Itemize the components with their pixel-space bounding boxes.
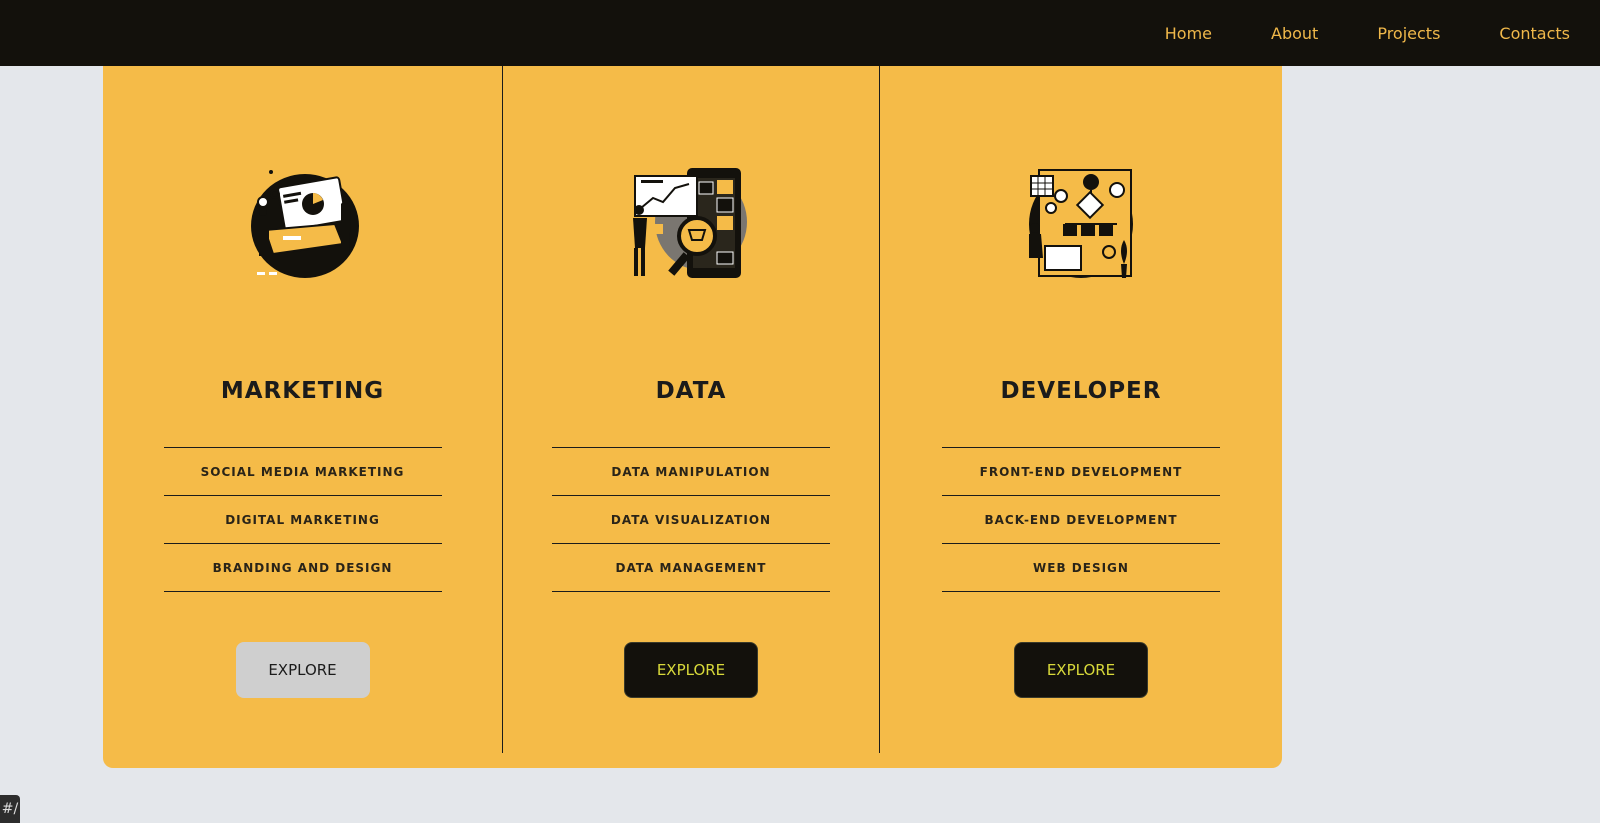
marketing-illustration xyxy=(243,164,363,284)
nav-links: Home About Projects Contacts xyxy=(1165,0,1570,66)
skill-item: DATA MANAGEMENT xyxy=(552,544,830,592)
column-title: DATA xyxy=(655,378,727,404)
marketing-column: MARKETING SOCIAL MEDIA MARKETING DIGITAL… xyxy=(103,40,503,753)
data-illustration xyxy=(631,164,751,284)
nav-contacts-link[interactable]: Contacts xyxy=(1499,24,1570,43)
data-explore-button[interactable]: EXPLORE xyxy=(624,642,758,698)
skill-item: DATA MANIPULATION xyxy=(552,448,830,496)
skill-item: DIGITAL MARKETING xyxy=(163,496,442,544)
skill-list: FRONT-END DEVELOPMENT BACK-END DEVELOPME… xyxy=(942,447,1220,592)
skill-item: WEB DESIGN xyxy=(942,544,1220,592)
developer-illustration xyxy=(1021,164,1141,284)
skill-list: DATA MANIPULATION DATA VISUALIZATION DAT… xyxy=(552,447,830,592)
data-column: DATA DATA MANIPULATION DATA VISUALIZATIO… xyxy=(503,40,880,753)
nav-home-link[interactable]: Home xyxy=(1165,24,1212,43)
nav-projects-link[interactable]: Projects xyxy=(1377,24,1440,43)
skill-list: SOCIAL MEDIA MARKETING DIGITAL MARKETING… xyxy=(163,447,442,592)
developer-explore-button[interactable]: EXPLORE xyxy=(1014,642,1148,698)
nav-about-link[interactable]: About xyxy=(1271,24,1318,43)
skill-item: BACK-END DEVELOPMENT xyxy=(942,496,1220,544)
column-title: DEVELOPER xyxy=(1000,378,1162,404)
skill-item: FRONT-END DEVELOPMENT xyxy=(942,448,1220,496)
url-status-tab: #/ xyxy=(0,795,20,823)
developer-column: DEVELOPER FRONT-END DEVELOPMENT BACK-END… xyxy=(880,40,1282,768)
column-title: MARKETING xyxy=(220,378,385,404)
skill-item: SOCIAL MEDIA MARKETING xyxy=(163,448,442,496)
skill-item: DATA VISUALIZATION xyxy=(552,496,830,544)
services-card: MARKETING SOCIAL MEDIA MARKETING DIGITAL… xyxy=(103,40,1282,768)
skill-item: BRANDING AND DESIGN xyxy=(163,544,442,592)
top-navbar: Home About Projects Contacts xyxy=(0,0,1600,66)
marketing-explore-button[interactable]: EXPLORE xyxy=(235,642,370,698)
